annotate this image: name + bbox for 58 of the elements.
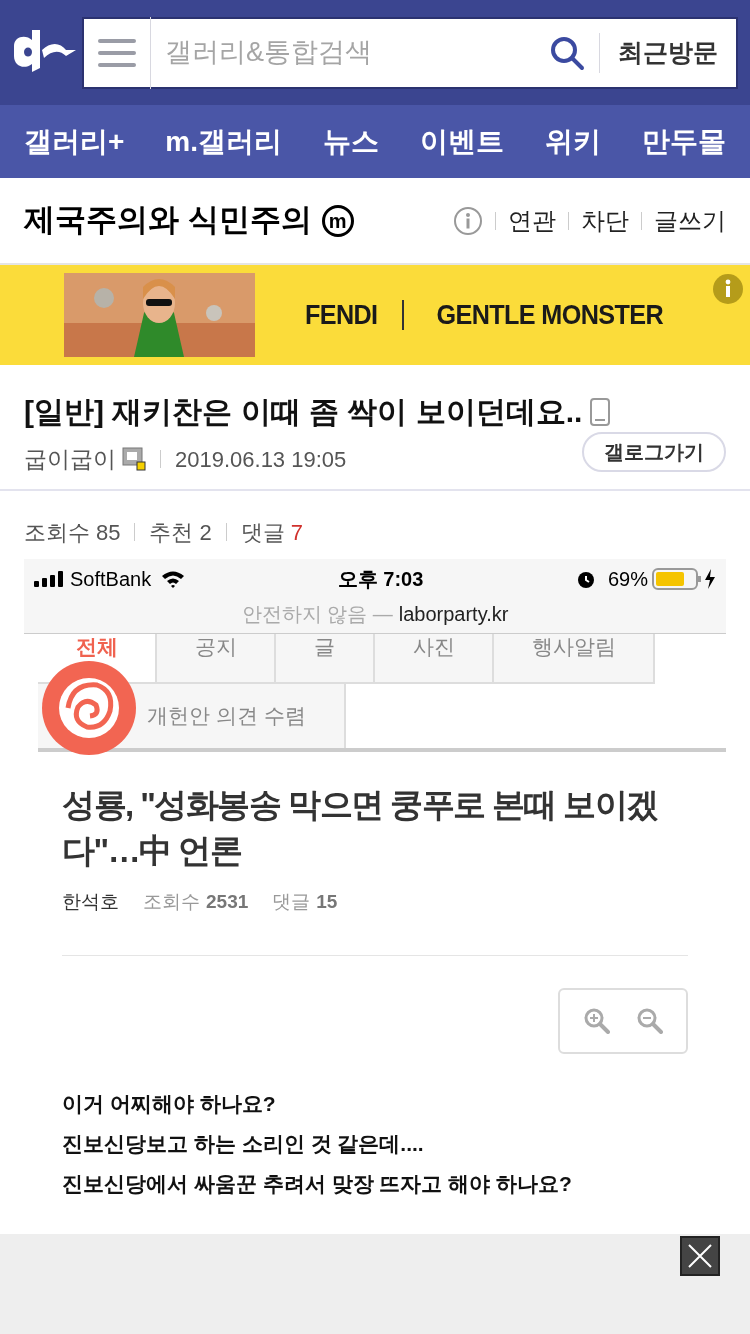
wifi-icon [161, 570, 186, 588]
gallery-action-link[interactable]: 연관 [508, 202, 556, 239]
carrier-text: SoftBank [70, 567, 152, 592]
comments-label: 댓글 [272, 890, 311, 914]
stat-value: 85 [96, 518, 121, 547]
mobile-icon [590, 397, 611, 426]
article-title: 성룡, "성화봉송 막으면 쿵푸로 본때 보이겠다"…中 언론 [62, 785, 659, 871]
battery-percent: 69% [607, 567, 648, 592]
article-text: 진보신당보고 하는 소리인 것 같은데.... [62, 1130, 425, 1157]
security-text: 안전하지 않음 — [241, 602, 393, 627]
zoom-in-icon[interactable] [583, 1007, 610, 1034]
views-label: 조회수 [143, 890, 200, 914]
charging-icon [704, 569, 716, 589]
stat-label: 추천 [149, 518, 194, 547]
nav-link[interactable]: m.갤러리 [165, 120, 283, 163]
recent-visits-button[interactable]: 최근방문 [600, 18, 736, 87]
gallery-title: 제국주의와 식민주의 [24, 201, 312, 240]
gallog-button[interactable]: 갤로그가기 [582, 432, 726, 473]
stat-value: 2 [199, 518, 212, 547]
alarm-icon [575, 569, 596, 589]
post-date: 2019.06.13 19:05 [175, 445, 347, 474]
search-input[interactable]: 갤러리&통합검색 [151, 18, 549, 87]
nav-link[interactable]: 위키 [545, 120, 601, 163]
gallery-action-link[interactable]: 글쓰기 [654, 202, 726, 239]
article-text: 이거 어찌해야 하나요? [62, 1090, 277, 1117]
nav-link[interactable]: 만두몰 [641, 120, 726, 163]
status-time: 오후 7:03 [337, 568, 424, 590]
url-text: laborparty.kr [398, 602, 509, 627]
article-text: 진보신당에서 싸움꾼 추려서 맞장 뜨자고 해야 하나요? [62, 1170, 573, 1197]
minor-gallery-badge: m [321, 204, 354, 237]
post-title: [일반] 재키찬은 이때 좀 싹이 보이던데요.. [24, 394, 583, 430]
close-button[interactable] [680, 1236, 720, 1276]
post-author[interactable]: 굽이굽이 [24, 442, 116, 477]
stat-label: 조회수 [24, 518, 90, 547]
ad-brand-text: FENDI [305, 298, 378, 332]
comments-count: 15 [316, 890, 338, 914]
article-author: 한석호 [62, 890, 119, 914]
search-icon[interactable] [549, 34, 585, 71]
site-tab[interactable]: 사진 [375, 634, 494, 684]
gallery-action-link[interactable]: 차단 [581, 202, 629, 239]
ad-banner[interactable]: FENDI GENTLE MONSTER [0, 265, 750, 365]
close-icon [687, 1243, 713, 1269]
stat-label: 댓글 [240, 518, 285, 547]
stat-value: 7 [290, 518, 303, 547]
nav-link[interactable]: 뉴스 [323, 120, 379, 163]
site-tab[interactable]: 행사알림 [494, 634, 655, 684]
menu-icon[interactable] [98, 37, 136, 68]
info-icon[interactable] [453, 205, 483, 236]
zoom-out-icon[interactable] [636, 1007, 663, 1034]
nav-link[interactable]: 갤러리+ [24, 120, 125, 163]
nav-link[interactable]: 이벤트 [420, 120, 504, 163]
signal-icon [34, 571, 66, 587]
search-field[interactable]: 갤러리&통합검색 최근방문 [82, 16, 738, 89]
views-count: 2531 [206, 890, 249, 914]
ad-brand-text: GENTLE MONSTER [436, 298, 663, 332]
member-icon [122, 447, 146, 472]
ad-info-icon[interactable] [712, 273, 744, 305]
battery-icon [652, 568, 702, 590]
